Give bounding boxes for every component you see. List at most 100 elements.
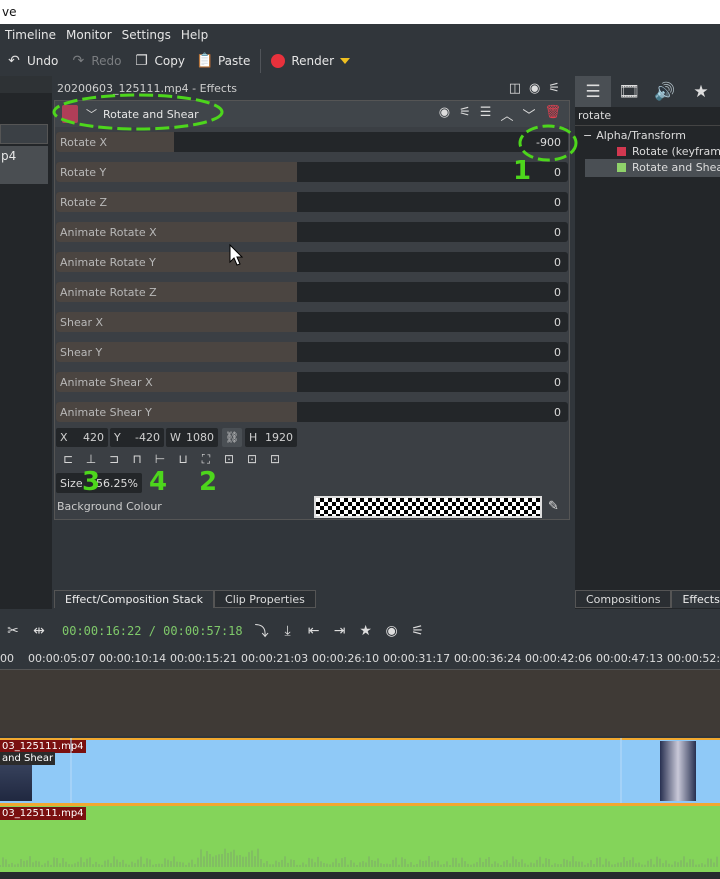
param-slider[interactable]: Animate Rotate Y 0 — [56, 252, 568, 272]
param-slider[interactable]: Animate Rotate X 0 — [56, 222, 568, 242]
project-bin-header — [0, 76, 52, 93]
param-value[interactable]: -900 — [536, 136, 561, 149]
eye-icon[interactable]: ◉ — [439, 105, 450, 124]
timecode-display[interactable]: 00:00:16:22 / 00:00:57:18 — [62, 624, 243, 638]
align-right-icon[interactable]: ⊐ — [107, 452, 121, 466]
annotation-number: 3 — [82, 467, 101, 497]
param-value[interactable]: 0 — [554, 406, 561, 419]
fit-to-height-icon[interactable]: ⊡ — [245, 452, 259, 466]
redo-button[interactable]: ↷ Redo — [64, 48, 127, 74]
video-effect-label: and Shear — [0, 752, 56, 765]
align-top-icon[interactable]: ⊓ — [130, 452, 144, 466]
video-effect-icon — [617, 147, 626, 156]
tab-effect-stack[interactable]: Effect/Composition Stack — [54, 590, 215, 608]
color-picker-icon[interactable]: ✎ — [548, 499, 559, 514]
fill-frame-icon[interactable]: ⊡ — [268, 452, 282, 466]
geometry-x-field[interactable]: X 420 — [56, 428, 108, 447]
align-bottom-icon[interactable]: ⊔ — [176, 452, 190, 466]
param-value[interactable]: 0 — [554, 196, 561, 209]
effect-name: Rotate and Shear — [103, 107, 199, 121]
move-down-icon[interactable]: ﹀ — [522, 105, 535, 124]
annotation-number: 1 — [513, 156, 532, 186]
tree-category[interactable]: − Alpha/Transform — [583, 129, 686, 142]
align-hcenter-icon[interactable]: ⊥ — [84, 452, 98, 466]
list-icon[interactable]: ☰ — [575, 76, 611, 107]
param-value[interactable]: 0 — [554, 346, 561, 359]
param-value[interactable]: 0 — [554, 286, 561, 299]
align-vcenter-icon[interactable]: ⊢ — [153, 452, 167, 466]
record-icon[interactable]: ◉ — [381, 620, 403, 642]
eye-icon[interactable]: ◉ — [529, 81, 540, 96]
param-slider[interactable]: Shear X 0 — [56, 312, 568, 332]
param-value[interactable]: 0 — [554, 316, 561, 329]
param-slider[interactable]: Rotate Y 0 — [56, 162, 568, 182]
audio-track[interactable] — [0, 803, 720, 872]
param-value[interactable]: 0 — [554, 376, 561, 389]
align-left-icon[interactable]: ⊏ — [61, 452, 75, 466]
ruler-tick-label: 00:00:31:17 — [383, 652, 451, 665]
param-slider[interactable]: Animate Rotate Z 0 — [56, 282, 568, 302]
menu-settings[interactable]: Settings — [117, 28, 176, 42]
favorite-star-icon[interactable]: ★ — [355, 620, 377, 642]
lock-ratio-icon[interactable]: ⛓ — [222, 428, 242, 447]
timeline-ruler[interactable]: 00 00:00:05:07 00:00:10:14 00:00:15:21 00:00… — [0, 648, 720, 670]
fit-to-width-icon[interactable]: ⊡ — [222, 452, 236, 466]
render-dropdown-icon[interactable] — [340, 57, 351, 64]
tab-compositions[interactable]: Compositions — [575, 590, 672, 608]
video-effect-icon — [617, 163, 626, 172]
lift-icon[interactable]: ⇤ — [303, 620, 325, 642]
video-track[interactable] — [0, 738, 720, 803]
param-value[interactable]: 0 — [554, 226, 561, 239]
paste-button[interactable]: 📋 Paste — [191, 48, 256, 74]
project-bin-item[interactable]: p4 — [0, 146, 48, 184]
extract-icon[interactable]: ⇥ — [329, 620, 351, 642]
geometry-w-field[interactable]: W 1080 — [166, 428, 218, 447]
menu-monitor[interactable]: Monitor — [61, 28, 117, 42]
param-slider[interactable]: Rotate Z 0 — [56, 192, 568, 212]
tab-clip-properties[interactable]: Clip Properties — [214, 590, 316, 608]
insert-icon[interactable]: ⤵ — [251, 620, 273, 642]
video-effects-icon[interactable]: 🎞 — [611, 76, 647, 107]
keyframe-settings-icon[interactable]: ⚟ — [459, 105, 471, 124]
menu-timeline[interactable]: Timeline — [0, 28, 61, 42]
video-thumbnail — [660, 741, 696, 801]
adjust-to-original-icon[interactable]: ⛶ — [199, 452, 213, 466]
geometry-y-field[interactable]: Y -420 — [110, 428, 164, 447]
background-colour-swatch[interactable] — [314, 496, 542, 518]
effect-title-bar[interactable]: ﹀ Rotate and Shear ◉ ⚟ ☰ ︿ ﹀ 🗑 — [55, 101, 569, 127]
overwrite-icon[interactable]: ⤓ — [277, 620, 299, 642]
move-up-icon[interactable]: ︿ — [500, 105, 513, 124]
stack-settings-icon[interactable]: ⚟ — [548, 81, 560, 96]
collapse-chevron-icon[interactable]: ﹀ — [86, 106, 97, 122]
empty-track[interactable] — [0, 670, 720, 736]
param-slider[interactable]: Animate Shear Y 0 — [56, 402, 568, 422]
param-slider[interactable]: Animate Shear X 0 — [56, 372, 568, 392]
param-slider[interactable]: Rotate X -900 — [56, 132, 568, 152]
param-value[interactable]: 0 — [554, 166, 561, 179]
audio-effects-icon[interactable]: 🔊 — [647, 76, 683, 107]
timeline-toolbar: ✂ ⇹ 00:00:16:22 / 00:00:57:18 ⤵ ⤓ ⇤ ⇥ ★ … — [0, 617, 720, 645]
spacer-tool-icon[interactable]: ⇹ — [28, 620, 50, 642]
tab-effects[interactable]: Effects — [671, 590, 720, 608]
effects-search-input[interactable]: rotate — [575, 107, 720, 126]
render-button[interactable]: Render — [265, 48, 356, 74]
tree-item-rotate-and-shear[interactable]: Rotate and Shear — [617, 161, 720, 174]
copy-button[interactable]: ❐ Copy — [128, 48, 191, 74]
param-slider[interactable]: Shear Y 0 — [56, 342, 568, 362]
param-value[interactable]: 0 — [554, 256, 561, 269]
collapse-icon[interactable]: − — [583, 129, 592, 142]
timeline-settings-icon[interactable]: ⚟ — [407, 620, 429, 642]
undo-button[interactable]: ↶ Undo — [0, 48, 64, 74]
split-compare-icon[interactable]: ◫ — [509, 81, 521, 96]
tree-item-rotate-keyframable[interactable]: Rotate (keyframable) — [617, 145, 720, 158]
param-label: Rotate Z — [60, 196, 108, 209]
favorites-icon[interactable]: ★ — [683, 76, 719, 107]
geometry-h-field[interactable]: H 1920 — [245, 428, 297, 447]
delete-icon[interactable]: 🗑 — [544, 105, 561, 124]
redo-icon: ↷ — [72, 52, 85, 69]
project-bin-search[interactable] — [0, 124, 48, 144]
menu-help[interactable]: Help — [176, 28, 213, 42]
library-filter-bar: ☰ 🎞 🔊 ★ — [575, 76, 720, 107]
menu-icon[interactable]: ☰ — [480, 105, 492, 124]
cut-icon[interactable]: ✂ — [2, 620, 24, 642]
